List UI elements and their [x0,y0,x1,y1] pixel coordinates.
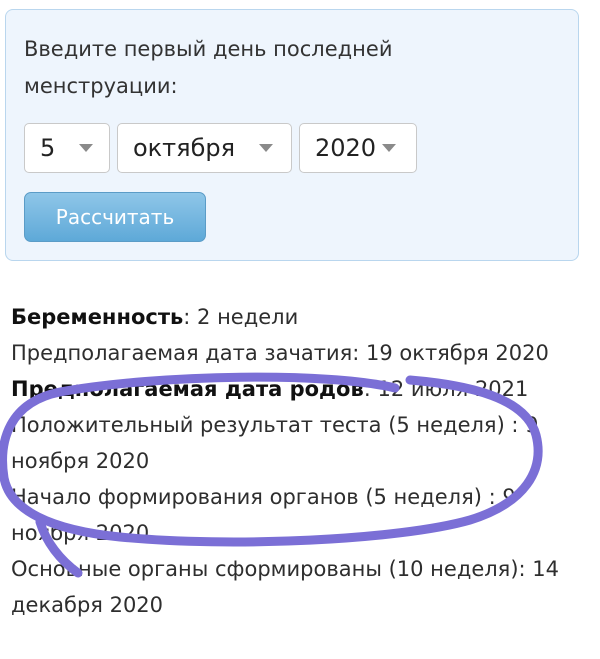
date-calculator-panel: Введите первый день последней менструаци… [5,9,579,261]
result-organs-formed: Основные органы сформированы (10 неделя)… [11,557,559,617]
result-due-date: Предполагаемая дата родов: 12 июля 2021 [11,371,591,407]
year-select[interactable]: 2020 [299,123,417,173]
result-conception: Предполагаемая дата зачатия: 19 октября … [11,341,549,365]
chevron-down-icon [382,144,396,152]
due-date-value: : 12 июля 2021 [363,377,529,401]
results-list: Беременность: 2 недели Предполагаемая да… [11,299,591,623]
result-organs-start: Начало формирования органов (5 неделя) :… [11,485,516,545]
pregnancy-label: Беременность [11,305,184,329]
month-select[interactable]: октября [117,123,292,173]
date-prompt: Введите первый день последней менструаци… [24,37,393,98]
day-select[interactable]: 5 [24,123,110,173]
chevron-down-icon [79,144,93,152]
year-select-value: 2020 [315,134,377,162]
chevron-down-icon [259,144,273,152]
due-date-label: Предполагаемая дата родов [11,377,364,401]
result-pregnancy: Беременность: 2 недели [11,299,591,335]
calculate-button[interactable]: Рассчитать [24,192,206,242]
result-positive-test: Положительный результат теста (5 неделя)… [11,413,539,473]
pregnancy-value: : 2 недели [183,305,299,329]
day-select-value: 5 [40,134,56,162]
month-select-value: октября [133,134,236,162]
